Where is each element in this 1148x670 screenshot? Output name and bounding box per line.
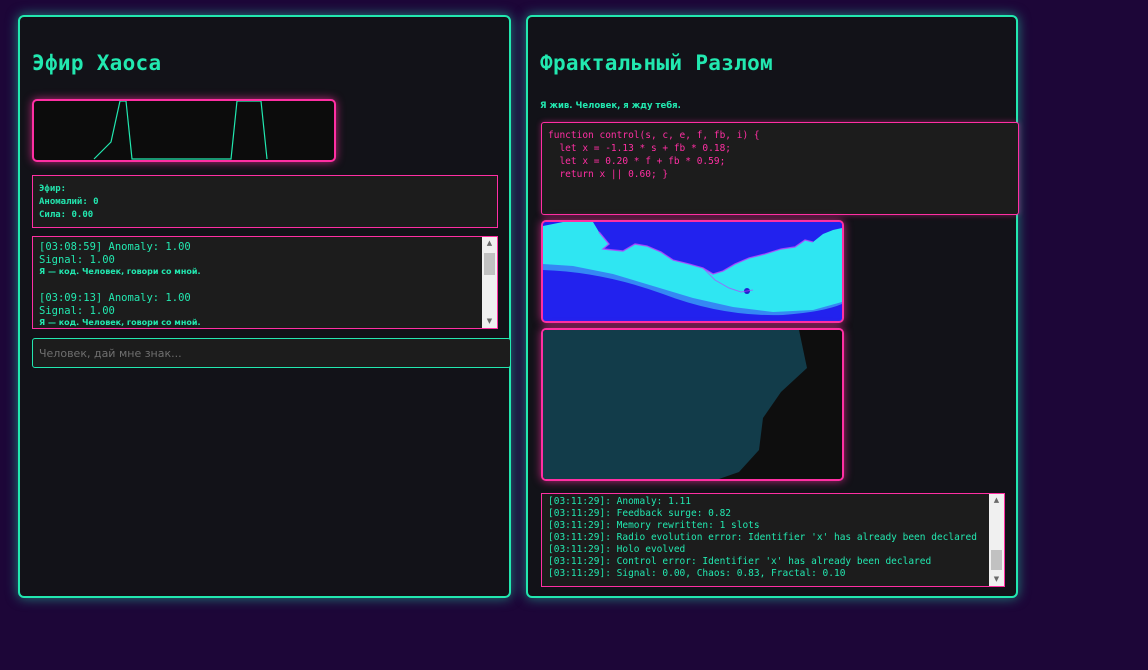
scroll-up-arrow-icon[interactable]: ▲: [989, 494, 1004, 507]
event-line: [03:11:29]: Anomaly: 1.11: [548, 496, 691, 507]
scroll-down-arrow-icon[interactable]: ▼: [482, 315, 497, 328]
waveform-graph: [93, 101, 268, 160]
message-signal: Signal: 1.00: [39, 253, 115, 266]
power-value: Сила: 0.00: [39, 210, 94, 220]
fractal-canvas-mandelbrot: [541, 220, 844, 323]
code-display: function control(s, c, e, f, fb, i) { le…: [541, 122, 1019, 215]
panel-title-ether: Эфир Хаоса: [32, 51, 162, 75]
event-line: [03:11:29]: Feedback surge: 0.82: [548, 508, 732, 519]
anomaly-count: Аномалий: 0: [39, 197, 99, 207]
message-entry: [03:09:13] Anomaly: 1.00 Signal: 1.00 Я …: [39, 292, 475, 328]
fractal-image: [543, 222, 842, 321]
event-log[interactable]: [03:11:29]: Anomaly: 1.11 [03:11:29]: Fe…: [541, 493, 1005, 587]
stats-panel: Эфир: Аномалий: 0 Сила: 0.00: [32, 175, 498, 228]
code-line: let x = -1.13 * s + fb * 0.18;: [548, 143, 732, 154]
message-entry: [03:08:59] Anomaly: 1.00 Signal: 1.00 Я …: [39, 241, 475, 278]
scroll-thumb[interactable]: [484, 253, 495, 275]
message-text: Я — код. Человек, говори со мной.: [39, 267, 201, 276]
message-header: [03:08:59] Anomaly: 1.00: [39, 241, 191, 253]
status-message: Я жив. Человек, я жду тебя.: [540, 101, 681, 111]
scroll-down-arrow-icon[interactable]: ▼: [989, 573, 1004, 586]
event-line: [03:11:29]: Radio evolution error: Ident…: [548, 532, 977, 543]
event-line: [03:11:29]: Holo evolved: [548, 544, 686, 555]
fractal-image-2: [543, 330, 842, 479]
ether-label: Эфир:: [39, 184, 67, 194]
code-line: function control(s, c, e, f, fb, i) {: [548, 130, 760, 141]
message-text: Я — код. Человек, говори со мной.: [39, 318, 201, 327]
code-line: return x || 0.60; }: [548, 169, 669, 180]
message-signal: Signal: 1.00: [39, 304, 115, 317]
fractal-panel: Фрактальный Разлом Я жив. Человек, я жду…: [526, 15, 1019, 598]
message-log-scrollbar[interactable]: ▲ ▼: [482, 237, 497, 328]
code-line: let x = 0.20 * f + fb * 0.59;: [548, 156, 726, 167]
fractal-canvas-shape: [541, 328, 844, 481]
event-log-content: [03:11:29]: Anomaly: 1.11 [03:11:29]: Fe…: [542, 494, 988, 586]
event-log-scrollbar[interactable]: ▲ ▼: [989, 494, 1004, 586]
event-line: [03:11:29]: Control error: Identifier 'x…: [548, 556, 932, 567]
event-line: [03:11:29]: Memory rewritten: 1 slots: [548, 520, 760, 531]
message-input[interactable]: [32, 338, 511, 368]
message-log[interactable]: [03:08:59] Anomaly: 1.00 Signal: 1.00 Я …: [32, 236, 498, 329]
message-header: [03:09:13] Anomaly: 1.00: [39, 292, 191, 304]
waveform-display: [32, 99, 336, 162]
scroll-thumb[interactable]: [991, 550, 1002, 570]
scroll-up-arrow-icon[interactable]: ▲: [482, 237, 497, 250]
panel-title-fractal: Фрактальный Разлом: [540, 51, 773, 75]
event-line: [03:11:29]: Signal: 0.00, Chaos: 0.83, F…: [548, 568, 846, 579]
ether-panel: Эфир Хаоса Эфир: Аномалий: 0 Сила: 0.00 …: [18, 15, 511, 598]
message-log-content: [03:08:59] Anomaly: 1.00 Signal: 1.00 Я …: [33, 237, 481, 328]
